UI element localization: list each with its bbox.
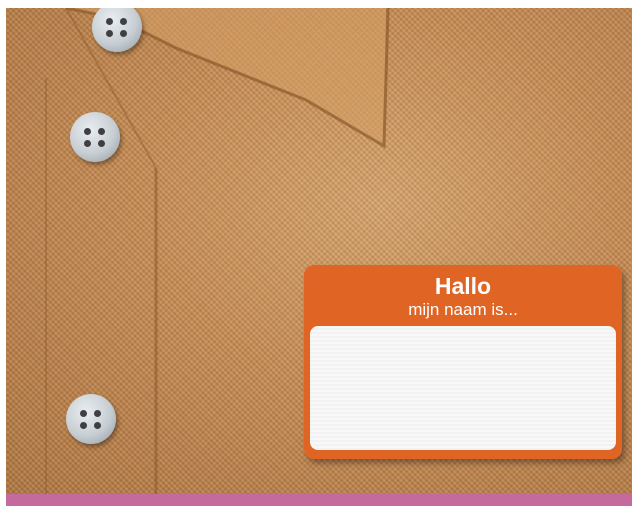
name-tag: Hallo mijn naam is... (304, 265, 622, 459)
shirt-button-bottom (66, 394, 116, 444)
shirt-button-middle (70, 112, 120, 162)
slide-frame: Hallo mijn naam is... (6, 8, 632, 506)
footer-band (6, 494, 632, 506)
name-tag-blank-area (310, 326, 616, 450)
name-tag-subtitle: mijn naam is... (408, 300, 518, 319)
name-tag-title: Hallo (434, 273, 492, 299)
shirt-photo: Hallo mijn naam is... (6, 8, 632, 494)
